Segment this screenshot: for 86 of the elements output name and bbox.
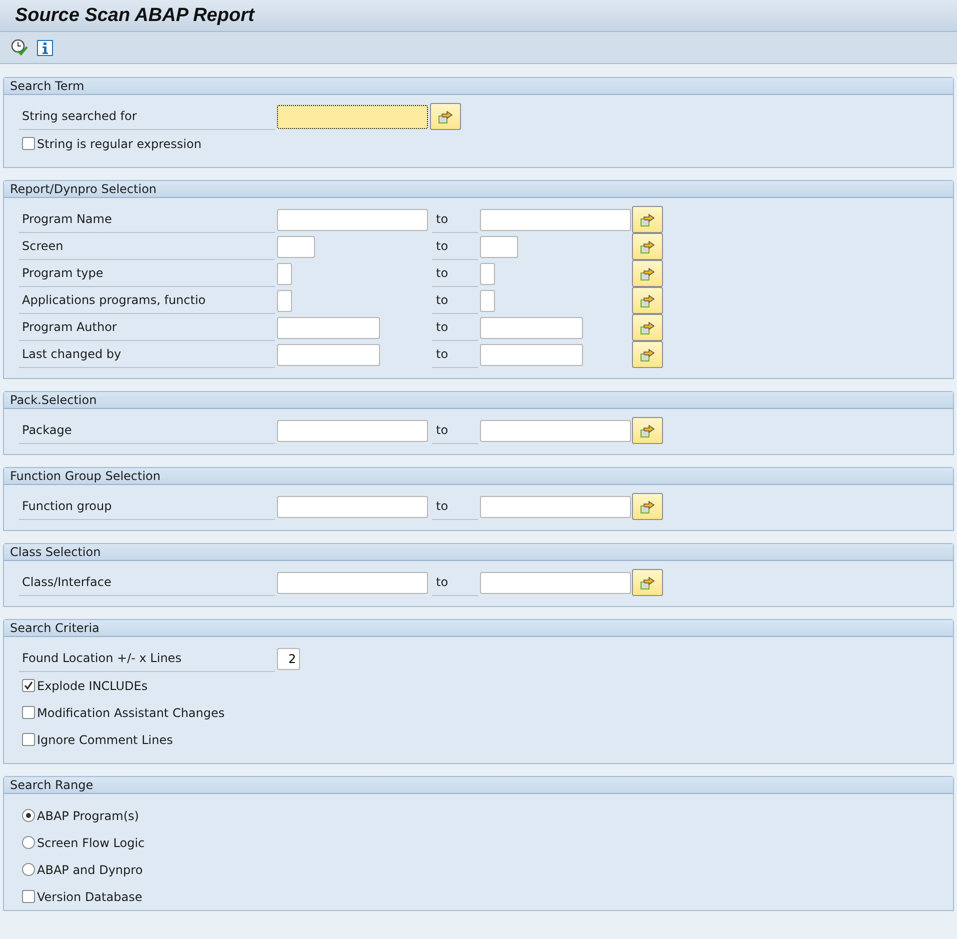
multiple-selection-button[interactable] (632, 233, 663, 260)
group-title: Search Range (4, 777, 953, 794)
multiple-selection-button[interactable] (632, 493, 663, 520)
multiple-selection-button[interactable] (632, 417, 663, 444)
to-label: to (432, 314, 478, 341)
field-label: Found Location +/- x Lines (19, 645, 275, 672)
input-field[interactable]: 2 (277, 648, 300, 670)
multiple-selection-button[interactable] (632, 206, 663, 233)
field-label: String searched for (19, 103, 275, 130)
multiple-selection-icon (640, 266, 655, 280)
to-label: to (432, 287, 478, 314)
multiple-selection-icon (640, 212, 655, 226)
field-label: Program Name (19, 206, 275, 233)
checkbox-label: Modification Assistant Changes (37, 706, 225, 720)
to-label: to (432, 260, 478, 287)
multiple-selection-icon (640, 320, 655, 334)
field-label: Program Author (19, 314, 275, 341)
input-field[interactable] (480, 496, 631, 518)
input-field[interactable] (480, 208, 631, 230)
radio-label: Screen Flow Logic (37, 836, 145, 850)
multiple-selection-button[interactable] (632, 287, 663, 314)
group-title: Pack.Selection (4, 392, 953, 409)
input-field[interactable] (277, 104, 428, 128)
checkbox-label: Explode INCLUDEs (37, 678, 148, 692)
radio-label: ABAP and Dynpro (37, 862, 143, 876)
input-field[interactable] (277, 262, 292, 284)
field-label: Class/Interface (19, 569, 275, 596)
field-label: Program type (19, 260, 275, 287)
multiple-selection-icon (640, 294, 655, 308)
multiple-selection-icon (640, 424, 655, 438)
input-field[interactable] (277, 572, 428, 594)
radio-button[interactable] (22, 863, 35, 876)
multiple-selection-button[interactable] (632, 314, 663, 341)
window-title: Source Scan ABAP Report (15, 4, 254, 26)
multiple-selection-button[interactable] (632, 569, 663, 596)
multiple-selection-button[interactable] (632, 341, 663, 368)
checkbox[interactable] (22, 733, 35, 746)
input-field[interactable] (480, 290, 495, 312)
to-label: to (432, 569, 478, 596)
group-title: Report/Dynpro Selection (4, 181, 953, 198)
multiple-selection-icon (640, 576, 655, 590)
multiple-selection-button[interactable] (430, 103, 461, 130)
checkbox[interactable] (22, 137, 35, 150)
field-label: Function group (19, 493, 275, 520)
checkbox[interactable] (22, 890, 35, 903)
group-title: Function Group Selection (4, 468, 953, 485)
field-label: Applications programs, functio (19, 287, 275, 314)
radio-button[interactable] (22, 836, 35, 849)
checkbox-label: String is regular expression (37, 136, 202, 150)
info-icon[interactable] (36, 38, 54, 56)
input-field[interactable] (480, 262, 495, 284)
field-label: Package (19, 417, 275, 444)
multiple-selection-icon (438, 110, 453, 124)
to-label: to (432, 206, 478, 233)
input-field[interactable] (277, 208, 428, 230)
to-label: to (432, 233, 478, 260)
multiple-selection-button[interactable] (632, 260, 663, 287)
execute-icon[interactable] (10, 38, 28, 56)
input-field[interactable] (480, 420, 631, 442)
input-field[interactable] (277, 420, 428, 442)
to-label: to (432, 341, 478, 368)
input-field[interactable] (277, 236, 315, 258)
group-title: Class Selection (4, 544, 953, 561)
to-label: to (432, 417, 478, 444)
checkbox-label: Ignore Comment Lines (37, 732, 173, 746)
field-label: Screen (19, 233, 275, 260)
input-field[interactable] (277, 290, 292, 312)
multiple-selection-icon (640, 240, 655, 254)
to-label: to (432, 493, 478, 520)
input-field[interactable] (480, 316, 583, 338)
input-field[interactable] (277, 344, 380, 366)
radio-button[interactable] (22, 809, 35, 822)
radio-label: ABAP Program(s) (37, 808, 139, 822)
input-field[interactable] (480, 236, 518, 258)
group-title: Search Term (4, 78, 953, 95)
input-field[interactable] (277, 316, 380, 338)
input-field[interactable] (277, 496, 428, 518)
multiple-selection-icon (640, 348, 655, 362)
input-field[interactable] (480, 572, 631, 594)
checkbox-label: Version Database (37, 890, 142, 904)
checkbox[interactable] (22, 679, 35, 692)
multiple-selection-icon (640, 500, 655, 514)
group-title: Search Criteria (4, 620, 953, 637)
checkbox[interactable] (22, 706, 35, 719)
input-field[interactable] (480, 344, 583, 366)
field-label: Last changed by (19, 341, 275, 368)
